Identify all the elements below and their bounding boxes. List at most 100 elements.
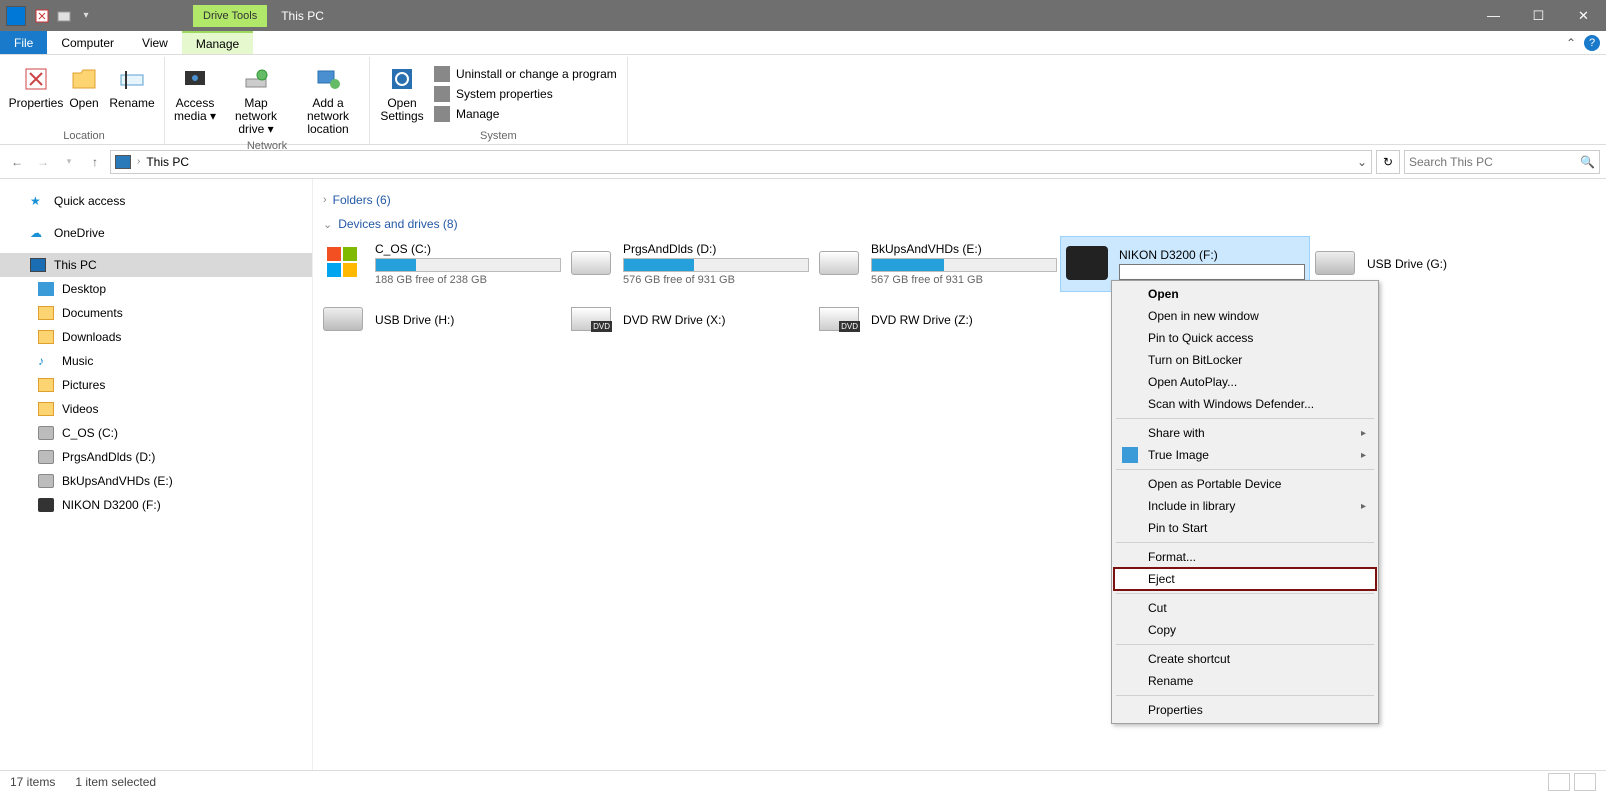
ctx-create-shortcut[interactable]: Create shortcut: [1114, 648, 1376, 670]
status-bar: 17 items 1 item selected: [0, 770, 1606, 792]
ribbon-manage[interactable]: Manage: [430, 105, 621, 123]
ribbon-open-settings[interactable]: Open Settings: [376, 61, 428, 125]
search-icon[interactable]: 🔍: [1580, 155, 1595, 169]
nav-drive-e[interactable]: BkUpsAndVHDs (E:): [0, 469, 312, 493]
nav-videos[interactable]: Videos: [0, 397, 312, 421]
usb-drive-icon: [323, 307, 363, 331]
separator: [1116, 695, 1374, 696]
help-icon[interactable]: ?: [1584, 35, 1600, 51]
nav-desktop[interactable]: Desktop: [0, 277, 312, 301]
separator: [1116, 469, 1374, 470]
nav-drive-d[interactable]: PrgsAndDlds (D:): [0, 445, 312, 469]
videos-icon: [38, 402, 54, 416]
search-box[interactable]: 🔍: [1404, 150, 1600, 174]
refresh-button[interactable]: ↻: [1376, 150, 1400, 174]
nav-up-button[interactable]: ↑: [84, 151, 106, 173]
ctx-defender[interactable]: Scan with Windows Defender...: [1114, 393, 1376, 415]
ribbon-open[interactable]: Open: [64, 61, 104, 112]
drive-x[interactable]: DVD RW Drive (X:): [565, 293, 813, 347]
drive-c[interactable]: C_OS (C:)188 GB free of 238 GB: [317, 237, 565, 291]
submenu-arrow-icon: ▸: [1361, 450, 1366, 461]
separator: [1116, 644, 1374, 645]
breadcrumb[interactable]: This PC: [146, 155, 189, 169]
nav-onedrive[interactable]: ☁OneDrive: [0, 221, 312, 245]
separator: [1116, 542, 1374, 543]
status-selection: 1 item selected: [75, 775, 156, 789]
ctx-cut[interactable]: Cut: [1114, 597, 1376, 619]
ctx-bitlocker[interactable]: Turn on BitLocker: [1114, 349, 1376, 371]
ctx-include-library[interactable]: Include in library▸: [1114, 495, 1376, 517]
tab-computer[interactable]: Computer: [47, 31, 128, 54]
ctx-true-image[interactable]: True Image▸: [1114, 444, 1376, 466]
ctx-copy[interactable]: Copy: [1114, 619, 1376, 641]
drive-d[interactable]: PrgsAndDlds (D:)576 GB free of 931 GB: [565, 237, 813, 291]
search-input[interactable]: [1409, 155, 1580, 169]
ribbon: Properties Open Rename Location Access m…: [0, 55, 1606, 145]
ctx-portable-device[interactable]: Open as Portable Device: [1114, 473, 1376, 495]
desktop-icon: [38, 282, 54, 296]
address-bar[interactable]: › This PC ⌄: [110, 150, 1372, 174]
drive-h[interactable]: USB Drive (H:): [317, 293, 565, 347]
section-folders[interactable]: ›Folders (6): [317, 189, 1596, 213]
rename-field[interactable]: [1119, 264, 1305, 280]
drive-tools-tab[interactable]: Drive Tools: [193, 5, 267, 27]
documents-icon: [38, 306, 54, 320]
pictures-icon: [38, 378, 54, 392]
ctx-properties[interactable]: Properties: [1114, 699, 1376, 721]
uninstall-icon: [434, 66, 450, 82]
nav-documents[interactable]: Documents: [0, 301, 312, 325]
nav-pictures[interactable]: Pictures: [0, 373, 312, 397]
ribbon-access-media[interactable]: Access media ▾: [171, 61, 219, 125]
tab-view[interactable]: View: [128, 31, 182, 54]
close-button[interactable]: ✕: [1561, 0, 1606, 31]
breadcrumb-chevron[interactable]: ›: [137, 156, 140, 167]
content-pane: ›Folders (6) ⌄Devices and drives (8) C_O…: [313, 179, 1606, 770]
ctx-rename[interactable]: Rename: [1114, 670, 1376, 692]
view-details-button[interactable]: [1548, 773, 1570, 791]
usage-bar: [623, 258, 809, 272]
nav-thispc[interactable]: This PC: [0, 253, 312, 277]
nav-drive-c[interactable]: C_OS (C:): [0, 421, 312, 445]
ctx-pin-quick-access[interactable]: Pin to Quick access: [1114, 327, 1376, 349]
tab-manage[interactable]: Manage: [182, 31, 253, 54]
nav-back-button[interactable]: ←: [6, 151, 28, 173]
view-tiles-button[interactable]: [1574, 773, 1596, 791]
ribbon-rename[interactable]: Rename: [106, 61, 158, 112]
nav-downloads[interactable]: Downloads: [0, 325, 312, 349]
minimize-button[interactable]: —: [1471, 0, 1516, 31]
nav-quick-access[interactable]: ★Quick access: [0, 189, 312, 213]
ribbon-map-drive[interactable]: Map network drive ▾: [221, 61, 291, 139]
nav-recent-dropdown[interactable]: ▾: [58, 151, 80, 173]
app-icon[interactable]: [6, 6, 26, 26]
nav-music[interactable]: ♪Music: [0, 349, 312, 373]
nav-drive-f[interactable]: NIKON D3200 (F:): [0, 493, 312, 517]
ribbon-add-network[interactable]: Add a network location: [293, 61, 363, 139]
ctx-format[interactable]: Format...: [1114, 546, 1376, 568]
tab-file[interactable]: File: [0, 31, 47, 54]
qat-dropdown-icon[interactable]: ▾: [76, 6, 96, 26]
drive-label: NIKON D3200 (F:): [1119, 248, 1305, 262]
ctx-eject[interactable]: Eject: [1114, 568, 1376, 590]
nav-forward-button[interactable]: →: [32, 151, 54, 173]
drive-z[interactable]: DVD RW Drive (Z:): [813, 293, 1061, 347]
drive-e[interactable]: BkUpsAndVHDs (E:)567 GB free of 931 GB: [813, 237, 1061, 291]
ctx-pin-start[interactable]: Pin to Start: [1114, 517, 1376, 539]
ribbon-system-properties[interactable]: System properties: [430, 85, 621, 103]
section-devices[interactable]: ⌄Devices and drives (8): [317, 213, 1596, 237]
cloud-icon: ☁: [30, 226, 46, 240]
drive-label: USB Drive (G:): [1367, 257, 1553, 271]
ctx-open-new-window[interactable]: Open in new window: [1114, 305, 1376, 327]
ribbon-uninstall[interactable]: Uninstall or change a program: [430, 65, 621, 83]
qat-properties-icon[interactable]: [32, 6, 52, 26]
ribbon-properties[interactable]: Properties: [10, 61, 62, 112]
maximize-button[interactable]: ☐: [1516, 0, 1561, 31]
separator: [1116, 593, 1374, 594]
drive-label: PrgsAndDlds (D:): [623, 242, 809, 256]
qat-new-folder-icon[interactable]: [54, 6, 74, 26]
ctx-share-with[interactable]: Share with▸: [1114, 422, 1376, 444]
ctx-open[interactable]: Open: [1114, 283, 1376, 305]
ribbon-collapse-icon[interactable]: ⌃: [1566, 36, 1576, 50]
address-dropdown-icon[interactable]: ⌄: [1357, 155, 1367, 169]
address-bar-row: ← → ▾ ↑ › This PC ⌄ ↻ 🔍: [0, 145, 1606, 179]
ctx-autoplay[interactable]: Open AutoPlay...: [1114, 371, 1376, 393]
